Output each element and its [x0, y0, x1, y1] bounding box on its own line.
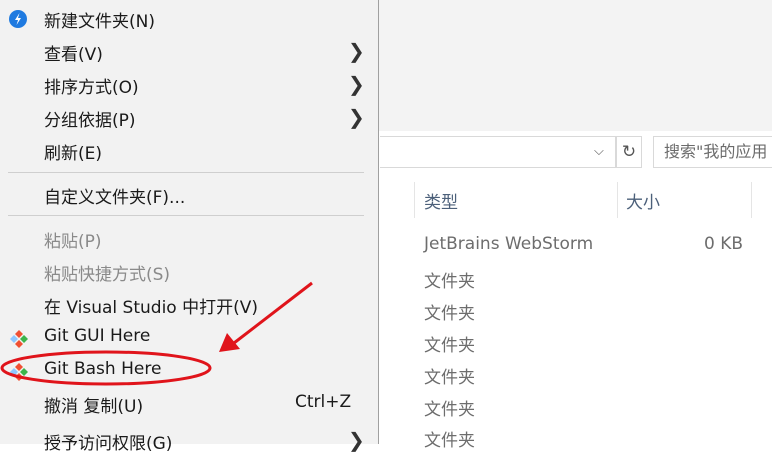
- menu-item-label: 查看(V): [44, 45, 103, 65]
- chevron-right-icon: ❯: [348, 105, 365, 129]
- menu-item-git-gui-here[interactable]: Git GUI Here: [0, 321, 378, 354]
- menu-item-label: 撤消 复制(U): [44, 397, 144, 417]
- menu-item-label: Git Bash Here: [44, 359, 162, 379]
- menu-item-label: 自定义文件夹(F)...: [44, 188, 186, 208]
- column-divider[interactable]: [617, 182, 618, 218]
- menu-item-label: 在 Visual Studio 中打开(V): [44, 298, 259, 318]
- row-type[interactable]: 文件夹: [424, 267, 475, 292]
- column-divider[interactable]: [751, 182, 752, 218]
- menu-item-shortcut: Ctrl+Z: [295, 392, 352, 412]
- menu-item-view[interactable]: 查看(V) ❯: [0, 35, 378, 68]
- row-type[interactable]: JetBrains WebStorm: [424, 234, 593, 254]
- menu-item-customize-folder[interactable]: 自定义文件夹(F)...: [0, 178, 378, 211]
- chevron-right-icon: ❯: [348, 39, 365, 63]
- menu-item-undo-copy[interactable]: 撤消 复制(U) Ctrl+Z: [0, 387, 378, 420]
- menu-item-label: 粘贴快捷方式(S): [44, 265, 171, 285]
- refresh-button[interactable]: ↻: [616, 136, 642, 168]
- new-folder-icon: [9, 10, 27, 28]
- row-size[interactable]: 0 KB: [704, 234, 743, 254]
- menu-item-paste-shortcut[interactable]: 粘贴快捷方式(S): [0, 255, 378, 288]
- menu-item-label: 排序方式(O): [44, 78, 139, 98]
- chevron-right-icon: ❯: [348, 428, 365, 452]
- menu-item-open-in-visual-studio[interactable]: 在 Visual Studio 中打开(V): [0, 288, 378, 321]
- menu-item-label: 分组依据(P): [44, 111, 136, 131]
- menu-item-new-folder[interactable]: 新建文件夹(N): [0, 2, 378, 35]
- context-menu: 新建文件夹(N) 查看(V) ❯ 排序方式(O) ❯ 分组依据(P) ❯ 刷新(…: [0, 0, 379, 454]
- search-input[interactable]: 搜索"我的应用: [653, 136, 772, 168]
- menu-item-git-bash-here[interactable]: Git Bash Here: [0, 354, 378, 387]
- chevron-down-icon[interactable]: ⌵: [594, 145, 608, 159]
- menu-item-label: 刷新(E): [44, 144, 103, 164]
- menu-item-refresh[interactable]: 刷新(E): [0, 134, 378, 167]
- row-type[interactable]: 文件夹: [424, 395, 475, 420]
- column-header-type[interactable]: 类型: [424, 188, 458, 213]
- git-diamond-icon: [9, 362, 28, 381]
- row-type[interactable]: 文件夹: [424, 331, 475, 356]
- git-diamond-icon: [9, 329, 28, 348]
- menu-item-group-by[interactable]: 分组依据(P) ❯: [0, 101, 378, 134]
- menu-separator: [8, 172, 364, 173]
- chevron-right-icon: ❯: [348, 72, 365, 96]
- menu-item-label: 粘贴(P): [44, 232, 102, 252]
- menu-item-label: Git GUI Here: [44, 326, 151, 346]
- row-type[interactable]: 文件夹: [424, 299, 475, 324]
- menu-item-label: 授予访问权限(G): [44, 434, 173, 454]
- column-divider[interactable]: [414, 182, 415, 218]
- menu-item-grant-access[interactable]: 授予访问权限(G) ❯: [0, 424, 378, 457]
- row-type[interactable]: 文件夹: [424, 426, 475, 451]
- column-header-size[interactable]: 大小: [626, 188, 660, 213]
- menu-item-paste[interactable]: 粘贴(P): [0, 222, 378, 255]
- row-type[interactable]: 文件夹: [424, 363, 475, 388]
- menu-item-label: 新建文件夹(N): [44, 12, 155, 32]
- menu-separator: [8, 215, 364, 216]
- menu-item-sort-by[interactable]: 排序方式(O) ❯: [0, 68, 378, 101]
- address-bar[interactable]: [380, 136, 616, 168]
